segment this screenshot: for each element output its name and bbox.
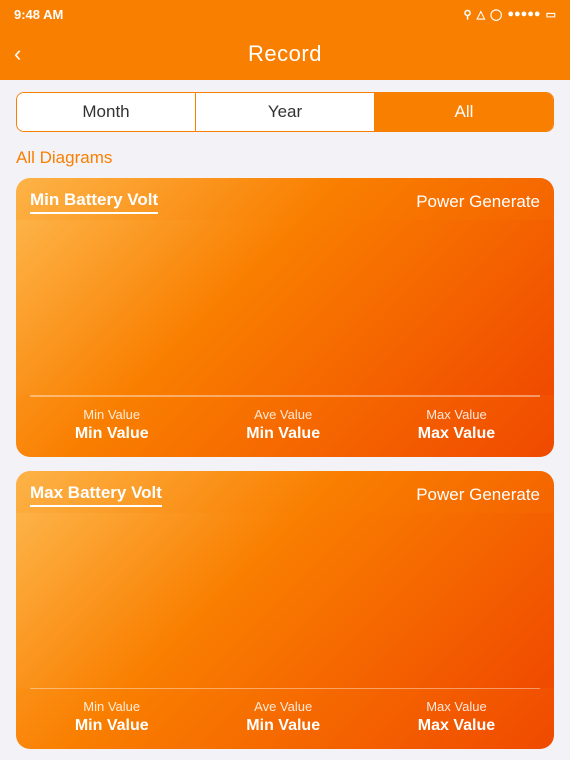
segment-month[interactable]: Month bbox=[17, 93, 195, 131]
footer-label-ave-2: Ave Value bbox=[254, 699, 312, 714]
alarm-icon: △ bbox=[477, 8, 485, 21]
footer-label-max-1: Max Value bbox=[426, 407, 486, 422]
footer-value-min-2: Min Value bbox=[75, 717, 149, 735]
segment-year[interactable]: Year bbox=[195, 93, 374, 131]
footer-col-min-2: Min Value Min Value bbox=[75, 699, 149, 735]
status-icons: ⚲ △ ◯ ●●●●● ▭ bbox=[464, 8, 556, 21]
footer-value-max-1: Max Value bbox=[418, 425, 495, 443]
card-max-battery: Max Battery Volt Power Generate Min Valu… bbox=[16, 471, 554, 750]
footer-label-ave-1: Ave Value bbox=[254, 407, 312, 422]
page-title: Record bbox=[248, 41, 322, 67]
footer-col-ave-1: Ave Value Min Value bbox=[246, 407, 320, 443]
card-header-1: Min Battery Volt Power Generate bbox=[16, 178, 554, 220]
card-title-right-2: Power Generate bbox=[416, 485, 540, 505]
footer-value-ave-2: Min Value bbox=[246, 717, 320, 735]
footer-col-ave-2: Ave Value Min Value bbox=[246, 699, 320, 735]
card-header-2: Max Battery Volt Power Generate bbox=[16, 471, 554, 513]
footer-col-max-1: Max Value Max Value bbox=[418, 407, 495, 443]
back-button[interactable]: ‹ bbox=[14, 43, 21, 65]
segment-all[interactable]: All bbox=[374, 93, 553, 131]
card-title-left-2: Max Battery Volt bbox=[30, 483, 162, 507]
battery-icon: ▭ bbox=[546, 8, 556, 21]
bluetooth-icon: ⚲ bbox=[464, 8, 472, 21]
section-label: All Diagrams bbox=[0, 140, 570, 174]
header: ‹ Record bbox=[0, 28, 570, 80]
footer-label-min-1: Min Value bbox=[83, 407, 140, 422]
segmented-control: Month Year All bbox=[16, 92, 554, 132]
chart-area-2 bbox=[16, 513, 554, 688]
status-bar: 9:48 AM ⚲ △ ◯ ●●●●● ▭ bbox=[0, 0, 570, 28]
card-footer-1: Min Value Min Value Ave Value Min Value … bbox=[16, 397, 554, 457]
segmented-wrapper: Month Year All bbox=[0, 80, 570, 140]
footer-value-min-1: Min Value bbox=[75, 425, 149, 443]
footer-value-max-2: Max Value bbox=[418, 717, 495, 735]
footer-col-max-2: Max Value Max Value bbox=[418, 699, 495, 735]
card-title-right-1: Power Generate bbox=[416, 192, 540, 212]
chart-area-1 bbox=[16, 220, 554, 395]
footer-label-min-2: Min Value bbox=[83, 699, 140, 714]
signal-icon: ●●●●● bbox=[507, 8, 540, 20]
clock-icon: ◯ bbox=[490, 8, 502, 21]
card-min-battery: Min Battery Volt Power Generate Min Valu… bbox=[16, 178, 554, 457]
card-footer-2: Min Value Min Value Ave Value Min Value … bbox=[16, 689, 554, 749]
footer-value-ave-1: Min Value bbox=[246, 425, 320, 443]
footer-label-max-2: Max Value bbox=[426, 699, 486, 714]
card-title-left-1: Min Battery Volt bbox=[30, 190, 158, 214]
status-time: 9:48 AM bbox=[14, 7, 63, 22]
footer-col-min-1: Min Value Min Value bbox=[75, 407, 149, 443]
